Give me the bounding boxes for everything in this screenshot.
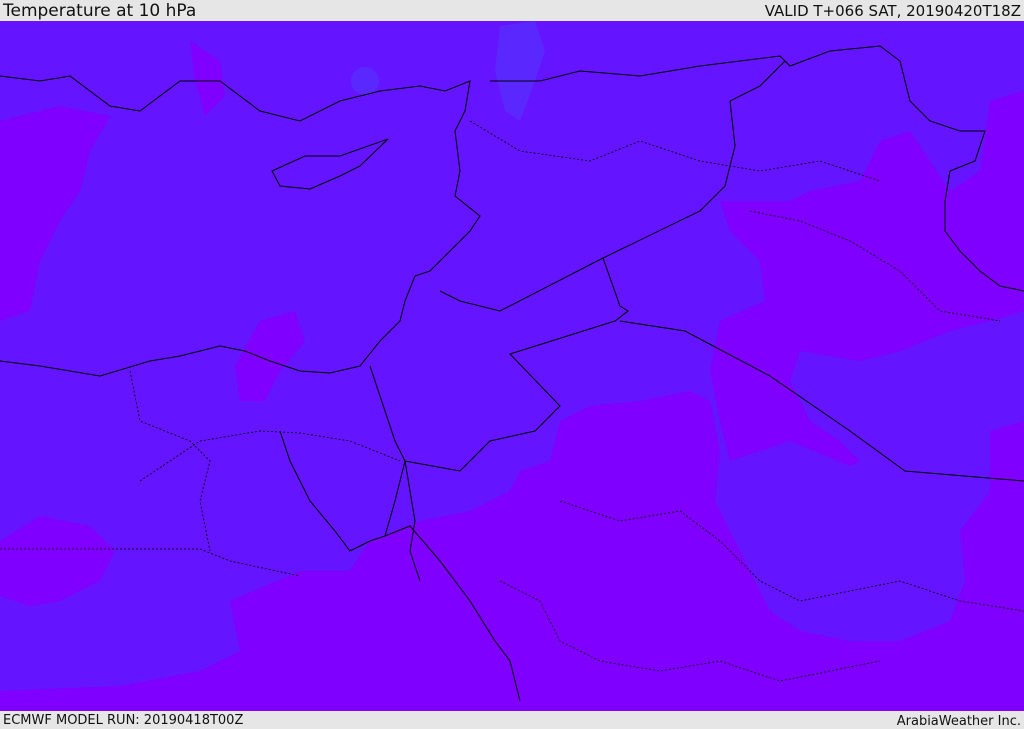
footer-bar: ECMWF MODEL RUN: 20190418T00Z ArabiaWeat… bbox=[0, 711, 1024, 729]
map-title: Temperature at 10 hPa bbox=[3, 1, 197, 21]
model-run: ECMWF MODEL RUN: 20190418T00Z bbox=[3, 713, 244, 728]
header-bar: Temperature at 10 hPa VALID T+066 SAT, 2… bbox=[0, 0, 1024, 21]
temperature-map bbox=[0, 21, 1024, 711]
valid-time: VALID T+066 SAT, 20190420T18Z bbox=[764, 2, 1021, 20]
credit: ArabiaWeather Inc. bbox=[896, 714, 1021, 729]
